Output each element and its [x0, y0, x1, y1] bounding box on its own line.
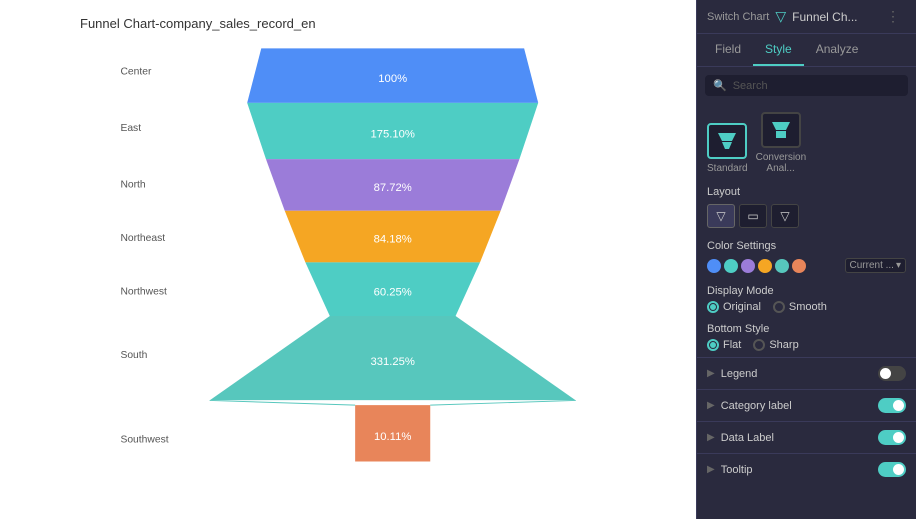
display-mode-radio-group: Original Smooth	[697, 299, 916, 319]
chart-title: Funnel Chart-company_sales_record_en	[80, 16, 696, 31]
category-label-toggle[interactable]	[878, 398, 906, 413]
radio-sharp[interactable]: Sharp	[753, 339, 798, 351]
label-southwest: Southwest	[120, 435, 168, 446]
style-option-conversion-box[interactable]	[761, 112, 801, 148]
radio-flat-label: Flat	[723, 339, 741, 351]
radio-sharp-circle	[753, 339, 765, 351]
search-input[interactable]	[733, 80, 900, 92]
tab-analyze[interactable]: Analyze	[804, 34, 871, 66]
more-options-icon[interactable]: ⋮	[880, 8, 906, 25]
radio-original-label: Original	[723, 301, 761, 313]
category-label-toggle-knob	[893, 400, 904, 411]
style-option-conversion-label: Conversion Anal...	[756, 152, 806, 174]
tooltip-label: Tooltip	[721, 464, 878, 476]
tooltip-toggle-knob	[893, 464, 904, 475]
radio-smooth-circle	[773, 301, 785, 313]
color-dropdown-btn[interactable]: Current ... ▾	[845, 258, 907, 273]
tooltip-toggle[interactable]	[878, 462, 906, 477]
data-label-label: Data Label	[721, 432, 878, 444]
legend-label: Legend	[721, 368, 878, 380]
radio-smooth[interactable]: Smooth	[773, 301, 827, 313]
radio-original[interactable]: Original	[707, 301, 761, 313]
style-option-standard-label: Standard	[707, 163, 748, 174]
style-options: Standard Conversion Anal...	[697, 104, 916, 182]
funnel-chart-svg: Center East North Northeast Northwest So…	[80, 39, 696, 499]
layout-btn-funnel2[interactable]: ▽	[771, 204, 799, 228]
color-dot-3	[741, 259, 755, 273]
layout-btn-bar[interactable]: ▭	[739, 204, 767, 228]
tab-field[interactable]: Field	[703, 34, 753, 66]
search-icon: 🔍	[713, 79, 727, 92]
layout-btn-funnel[interactable]: ▽	[707, 204, 735, 228]
expand-data-label[interactable]: ▶ Data Label	[697, 421, 916, 453]
standard-funnel-icon	[716, 131, 738, 151]
value-southwest: 10.11%	[374, 431, 411, 443]
style-option-standard[interactable]: Standard	[707, 123, 748, 174]
conversion-funnel-icon	[770, 120, 792, 140]
value-center: 100%	[378, 73, 407, 85]
panel-header: Switch Chart ▽ Funnel Ch... ⋮	[697, 0, 916, 34]
layout-buttons: ▽ ▭ ▽	[697, 200, 916, 236]
tab-bar: Field Style Analyze	[697, 34, 916, 67]
chart-container: Center East North Northeast Northwest So…	[80, 39, 696, 499]
color-settings-label: Color Settings	[697, 236, 916, 254]
color-dot-2	[724, 259, 738, 273]
value-north: 87.72%	[374, 182, 412, 194]
right-panel: Switch Chart ▽ Funnel Ch... ⋮ Field Styl…	[696, 0, 916, 519]
search-bar[interactable]: 🔍	[705, 75, 908, 96]
expand-legend[interactable]: ▶ Legend	[697, 357, 916, 389]
label-east: East	[120, 123, 141, 134]
style-option-conversion[interactable]: Conversion Anal...	[756, 112, 806, 174]
layout-label: Layout	[697, 182, 916, 200]
data-label-toggle-knob	[893, 432, 904, 443]
color-dot-4	[758, 259, 772, 273]
radio-smooth-label: Smooth	[789, 301, 827, 313]
category-label-label: Category label	[721, 400, 878, 412]
expand-tooltip[interactable]: ▶ Tooltip	[697, 453, 916, 485]
color-settings-row: Current ... ▾	[697, 254, 916, 281]
expand-category-label[interactable]: ▶ Category label	[697, 389, 916, 421]
value-east: 175.10%	[370, 129, 414, 141]
bottom-style-label: Bottom Style	[697, 319, 916, 337]
color-dot-1	[707, 259, 721, 273]
radio-flat-circle	[707, 339, 719, 351]
switch-chart-label: Switch Chart	[707, 11, 769, 23]
radio-original-circle	[707, 301, 719, 313]
label-northwest: Northwest	[120, 286, 167, 297]
legend-toggle-knob	[880, 368, 891, 379]
display-mode-label: Display Mode	[697, 281, 916, 299]
value-northwest: 60.25%	[374, 286, 412, 298]
color-dot-6	[792, 259, 806, 273]
value-northeast: 84.18%	[374, 234, 412, 246]
tooltip-chevron-icon: ▶	[707, 464, 715, 475]
radio-sharp-label: Sharp	[769, 339, 798, 351]
style-option-standard-box[interactable]	[707, 123, 747, 159]
label-northeast: Northeast	[120, 233, 165, 244]
radio-flat[interactable]: Flat	[707, 339, 741, 351]
chart-name-label: Funnel Ch...	[792, 10, 874, 24]
label-south: South	[120, 350, 147, 361]
data-label-toggle[interactable]	[878, 430, 906, 445]
bottom-style-radio-group: Flat Sharp	[697, 337, 916, 357]
value-south: 331.25%	[370, 356, 414, 368]
color-dropdown-chevron: ▾	[896, 260, 901, 271]
funnel-header-icon: ▽	[775, 8, 786, 25]
color-dot-5	[775, 259, 789, 273]
chart-area: Funnel Chart-company_sales_record_en Cen…	[0, 0, 696, 519]
color-dropdown-label: Current ...	[850, 260, 894, 271]
legend-chevron-icon: ▶	[707, 368, 715, 379]
label-center: Center	[120, 67, 152, 78]
category-label-chevron-icon: ▶	[707, 400, 715, 411]
label-north: North	[120, 179, 145, 190]
legend-toggle[interactable]	[878, 366, 906, 381]
tab-style[interactable]: Style	[753, 34, 804, 66]
data-label-chevron-icon: ▶	[707, 432, 715, 443]
